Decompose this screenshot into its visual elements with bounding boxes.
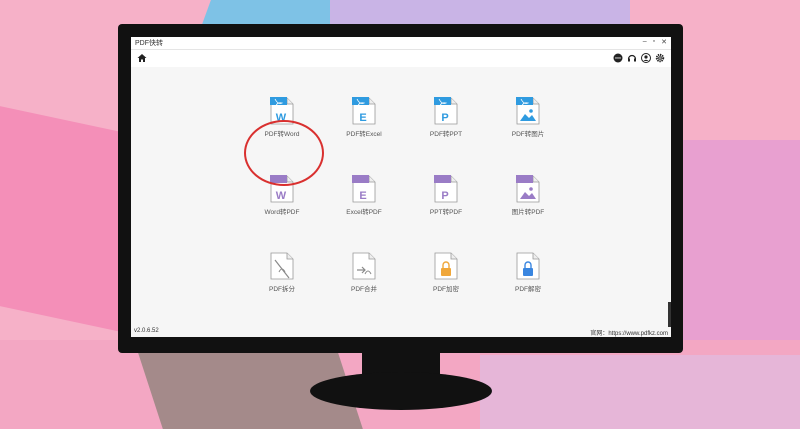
tile-image-to-pdf[interactable]: 图片转PDF: [488, 175, 568, 235]
pdf-split-icon: [270, 252, 294, 280]
home-icon[interactable]: [137, 53, 147, 63]
tile-label: Excel转PDF: [346, 209, 382, 216]
tile-label: PDF合并: [351, 286, 377, 293]
tile-label: PDF转PPT: [429, 131, 463, 138]
website-link[interactable]: 官网：https://www.pdfkz.com: [590, 328, 668, 337]
doc-letter: P: [441, 112, 448, 124]
status-bar: v2.0.6.52 官网：https://www.pdfkz.com: [131, 327, 671, 337]
tile-pdf-to-ppt[interactable]: P PDF转PPT: [406, 97, 486, 157]
gear-icon[interactable]: [655, 53, 665, 63]
tile-label: PDF加密: [433, 286, 459, 293]
window-controls: – ▫ ✕: [643, 38, 667, 46]
toolbar-actions: [613, 53, 665, 63]
doc-letter: W: [276, 190, 287, 202]
app-window: PDF快转 – ▫ ✕ W PDF转Word E PDF转Excel P PDF…: [131, 37, 671, 337]
toolbar: [131, 50, 671, 68]
tile-pdf-to-image[interactable]: PDF转图片: [488, 97, 568, 157]
doc-letter: E: [359, 112, 366, 124]
tile-label: PDF转图片: [511, 131, 545, 138]
tile-label: PPT转PDF: [429, 209, 463, 216]
restore-button[interactable]: ▫: [653, 38, 655, 46]
tile-label: Word转PDF: [264, 209, 300, 216]
title-bar: PDF快转 – ▫ ✕: [131, 37, 671, 50]
tile-label: 图片转PDF: [511, 209, 545, 216]
monitor-stand-base: [310, 372, 492, 410]
background-shape: [0, 106, 130, 334]
background-shape: [480, 355, 800, 429]
doc-letter: P: [441, 190, 448, 202]
tile-word-to-pdf[interactable]: W Word转PDF: [242, 175, 322, 235]
user-icon[interactable]: [641, 53, 651, 63]
tile-pdf-decrypt[interactable]: PDF解密: [488, 252, 568, 312]
close-button[interactable]: ✕: [661, 38, 667, 46]
tile-label: PDF转Excel: [346, 131, 382, 138]
tile-label: PDF转Word: [264, 131, 300, 138]
minimize-button[interactable]: –: [643, 38, 647, 46]
ppt-pdf-icon: P: [434, 175, 458, 203]
tile-excel-to-pdf[interactable]: E Excel转PDF: [324, 175, 404, 235]
pdf-excel-icon: E: [352, 97, 376, 125]
tile-label: PDF解密: [515, 286, 541, 293]
tile-pdf-merge[interactable]: PDF合并: [324, 252, 404, 312]
pdf-decrypt-icon: [516, 252, 540, 280]
tile-pdf-to-word[interactable]: W PDF转Word: [242, 97, 322, 157]
image-pdf-icon: [516, 175, 540, 203]
pdf-encrypt-icon: [434, 252, 458, 280]
tile-ppt-to-pdf[interactable]: P PPT转PDF: [406, 175, 486, 235]
pdf-ppt-icon: P: [434, 97, 458, 125]
pdf-image-icon: [516, 97, 540, 125]
scrollbar[interactable]: [668, 302, 671, 327]
version-label: v2.0.6.52: [134, 328, 159, 334]
window-title: PDF快转: [135, 40, 163, 47]
excel-pdf-icon: E: [352, 175, 376, 203]
pdf-merge-icon: [352, 252, 376, 280]
doc-letter: W: [276, 112, 287, 124]
headset-icon[interactable]: [627, 53, 637, 63]
pdf-word-icon: W: [270, 97, 294, 125]
word-pdf-icon: W: [270, 175, 294, 203]
tile-label: PDF拆分: [269, 286, 295, 293]
tool-grid: W PDF转Word E PDF转Excel P PDF转PPT PDF转图片: [131, 67, 671, 325]
tile-pdf-to-excel[interactable]: E PDF转Excel: [324, 97, 404, 157]
chat-icon[interactable]: [613, 53, 623, 63]
doc-letter: E: [359, 190, 366, 202]
tile-pdf-encrypt[interactable]: PDF加密: [406, 252, 486, 312]
tile-pdf-split[interactable]: PDF拆分: [242, 252, 322, 312]
